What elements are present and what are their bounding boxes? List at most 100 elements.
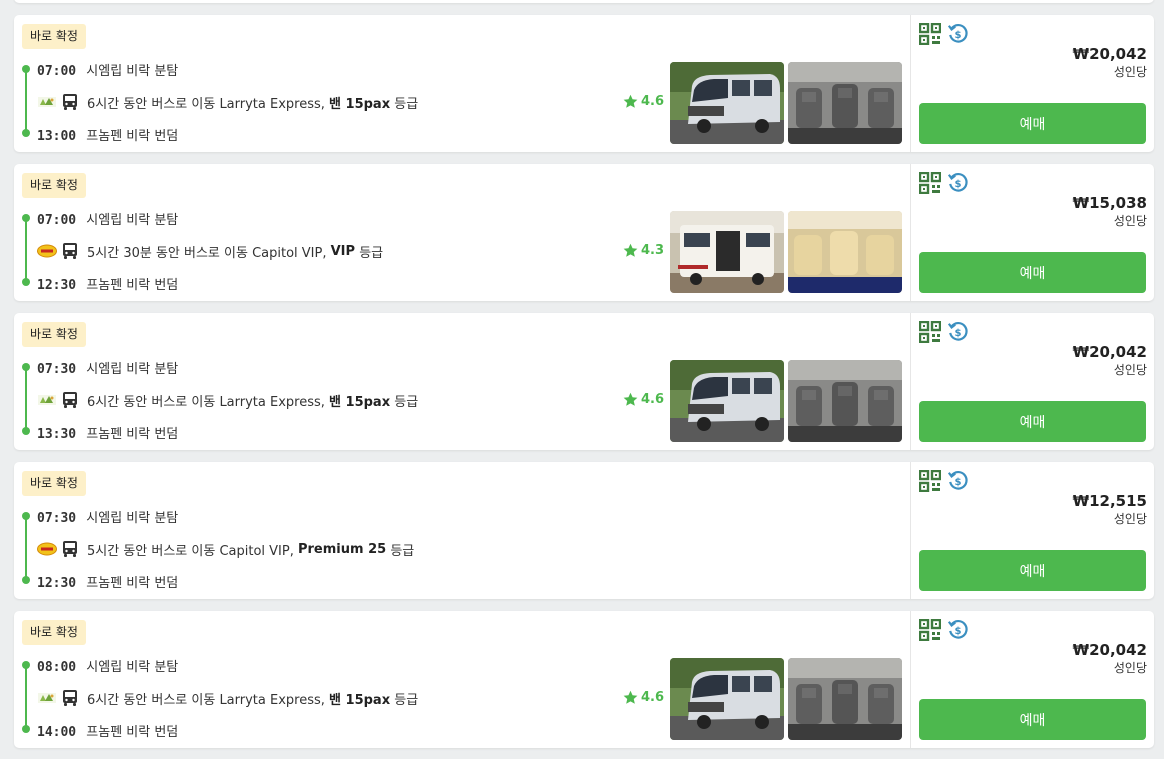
svg-text:$: $ xyxy=(954,328,961,339)
book-button[interactable]: 예매 xyxy=(919,103,1146,144)
rating-value: 4.6 xyxy=(641,690,665,705)
departure-place: 시엠립 비락 분탐 xyxy=(86,511,179,526)
qr-code-icon xyxy=(919,619,941,641)
refund-icon: $ xyxy=(947,470,968,490)
arrival-row: 13:00 프놈펜 비락 번덤 xyxy=(37,125,178,144)
capitol-logo xyxy=(37,542,57,556)
timeline-line xyxy=(25,216,27,282)
bus-icon xyxy=(63,392,77,408)
timeline-dot xyxy=(22,512,30,520)
timeline-line xyxy=(25,365,27,431)
route-details: 6시간 동안 버스로 이동 Larryta Express, 밴 15pax 등… xyxy=(37,390,418,410)
price: ₩15,038 xyxy=(1072,194,1147,212)
van-exterior-photo[interactable] xyxy=(670,360,784,442)
van-exterior-photo[interactable] xyxy=(670,62,784,144)
departure-time: 07:30 xyxy=(37,511,77,526)
instant-confirm-badge: 바로 확정 xyxy=(22,471,86,496)
timeline-line xyxy=(25,514,27,580)
rating-value: 4.6 xyxy=(641,392,665,407)
refund-icon: $ xyxy=(947,23,968,43)
arrival-place: 프놈펜 비락 번덤 xyxy=(86,725,179,740)
trip-info: 바로 확정 07:00 시엠립 비락 분탐 5시간 30분 동안 버스로 이동 … xyxy=(14,164,910,301)
van-exterior-photo[interactable] xyxy=(670,658,784,740)
larryta-logo xyxy=(38,395,56,405)
route-details: 5시간 동안 버스로 이동 Capitol VIP, Premium 25 등급 xyxy=(37,539,414,559)
feature-icons: $ xyxy=(919,172,969,194)
timeline-dot xyxy=(22,65,30,73)
price-panel: $ ₩20,042 성인당 예매 xyxy=(910,313,1155,450)
van-interior-photo[interactable] xyxy=(788,360,902,442)
book-button[interactable]: 예매 xyxy=(919,401,1146,442)
arrival-time: 12:30 xyxy=(37,576,77,591)
trip-info: 바로 확정 07:00 시엠립 비락 분탐 6시간 동안 버스로 이동 Larr… xyxy=(14,15,910,152)
svg-text:$: $ xyxy=(954,30,961,41)
departure-place: 시엠립 비락 분탐 xyxy=(86,362,179,377)
capitol-logo xyxy=(37,244,57,258)
timeline-line xyxy=(25,67,27,133)
book-button[interactable]: 예매 xyxy=(919,550,1146,591)
departure-time: 07:00 xyxy=(37,64,77,79)
trip-card[interactable]: 바로 확정 08:00 시엠립 비락 분탐 6시간 동안 버스로 이동 Larr… xyxy=(14,611,1154,748)
timeline-dot xyxy=(22,427,30,435)
class-suffix: 등급 xyxy=(359,245,384,261)
duration-text: 5시간 동안 버스로 이동 Capitol VIP, xyxy=(87,543,294,559)
bus-icon xyxy=(63,690,77,706)
trip-card[interactable]: 바로 확정 07:00 시엠립 비락 분탐 5시간 30분 동안 버스로 이동 … xyxy=(14,164,1154,301)
class-suffix: 등급 xyxy=(394,96,419,112)
trip-card[interactable]: 바로 확정 07:30 시엠립 비락 분탐 6시간 동안 버스로 이동 Larr… xyxy=(14,313,1154,450)
class-name: Premium 25 xyxy=(297,541,387,557)
previous-card-edge xyxy=(14,0,1154,3)
instant-confirm-badge: 바로 확정 xyxy=(22,24,86,49)
departure-row: 07:30 시엠립 비락 분탐 xyxy=(37,358,178,377)
book-button[interactable]: 예매 xyxy=(919,252,1146,293)
van-interior-photo[interactable] xyxy=(788,62,902,144)
van-interior-photo[interactable] xyxy=(788,658,902,740)
star-icon xyxy=(623,690,638,704)
departure-time: 08:00 xyxy=(37,660,77,675)
rating: 4.6 xyxy=(622,391,664,408)
qr-code-icon xyxy=(919,321,941,343)
svg-text:$: $ xyxy=(954,626,961,637)
arrival-place: 프놈펜 비락 번덤 xyxy=(86,427,179,442)
departure-place: 시엠립 비락 분탐 xyxy=(86,213,179,228)
arrival-place: 프놈펜 비락 번덤 xyxy=(86,129,179,144)
bus-icon xyxy=(63,94,77,110)
departure-row: 07:30 시엠립 비락 분탐 xyxy=(37,507,178,526)
class-name: 밴 15pax xyxy=(329,96,391,112)
arrival-time: 13:30 xyxy=(37,427,77,442)
per-person-label: 성인당 xyxy=(1113,214,1147,228)
refund-icon: $ xyxy=(947,172,968,192)
book-button[interactable]: 예매 xyxy=(919,699,1146,740)
price-panel: $ ₩20,042 성인당 예매 xyxy=(910,611,1155,748)
departure-place: 시엠립 비락 분탐 xyxy=(86,660,179,675)
class-suffix: 등급 xyxy=(390,543,415,559)
route-details: 6시간 동안 버스로 이동 Larryta Express, 밴 15pax 등… xyxy=(37,92,418,112)
larryta-logo xyxy=(38,97,56,107)
feature-icons: $ xyxy=(919,470,969,492)
rating: 4.3 xyxy=(622,242,664,259)
timeline-dot xyxy=(22,363,30,371)
larryta-logo xyxy=(38,693,56,703)
timeline-dot xyxy=(22,129,30,137)
trip-card[interactable]: 바로 확정 07:30 시엠립 비락 분탐 5시간 동안 버스로 이동 Capi… xyxy=(14,462,1154,599)
departure-place: 시엠립 비락 분탐 xyxy=(86,64,179,79)
bus-icon xyxy=(63,243,77,259)
class-suffix: 등급 xyxy=(394,692,419,708)
van-interior-photo[interactable] xyxy=(788,211,902,293)
bus-icon xyxy=(63,541,77,557)
van-exterior-photo[interactable] xyxy=(670,211,784,293)
timeline-dot xyxy=(22,278,30,286)
svg-text:$: $ xyxy=(954,179,961,190)
timeline-dot xyxy=(22,661,30,669)
feature-icons: $ xyxy=(919,321,969,343)
qr-code-icon xyxy=(919,172,941,194)
trip-card[interactable]: 바로 확정 07:00 시엠립 비락 분탐 6시간 동안 버스로 이동 Larr… xyxy=(14,15,1154,152)
departure-row: 08:00 시엠립 비락 분탐 xyxy=(37,656,178,675)
trip-info: 바로 확정 07:30 시엠립 비락 분탐 6시간 동안 버스로 이동 Larr… xyxy=(14,313,910,450)
per-person-label: 성인당 xyxy=(1113,65,1147,79)
arrival-time: 13:00 xyxy=(37,129,77,144)
duration-text: 6시간 동안 버스로 이동 Larryta Express, xyxy=(87,394,325,410)
duration-text: 5시간 30분 동안 버스로 이동 Capitol VIP, xyxy=(87,245,327,261)
price: ₩12,515 xyxy=(1072,492,1147,510)
svg-text:$: $ xyxy=(954,477,961,488)
